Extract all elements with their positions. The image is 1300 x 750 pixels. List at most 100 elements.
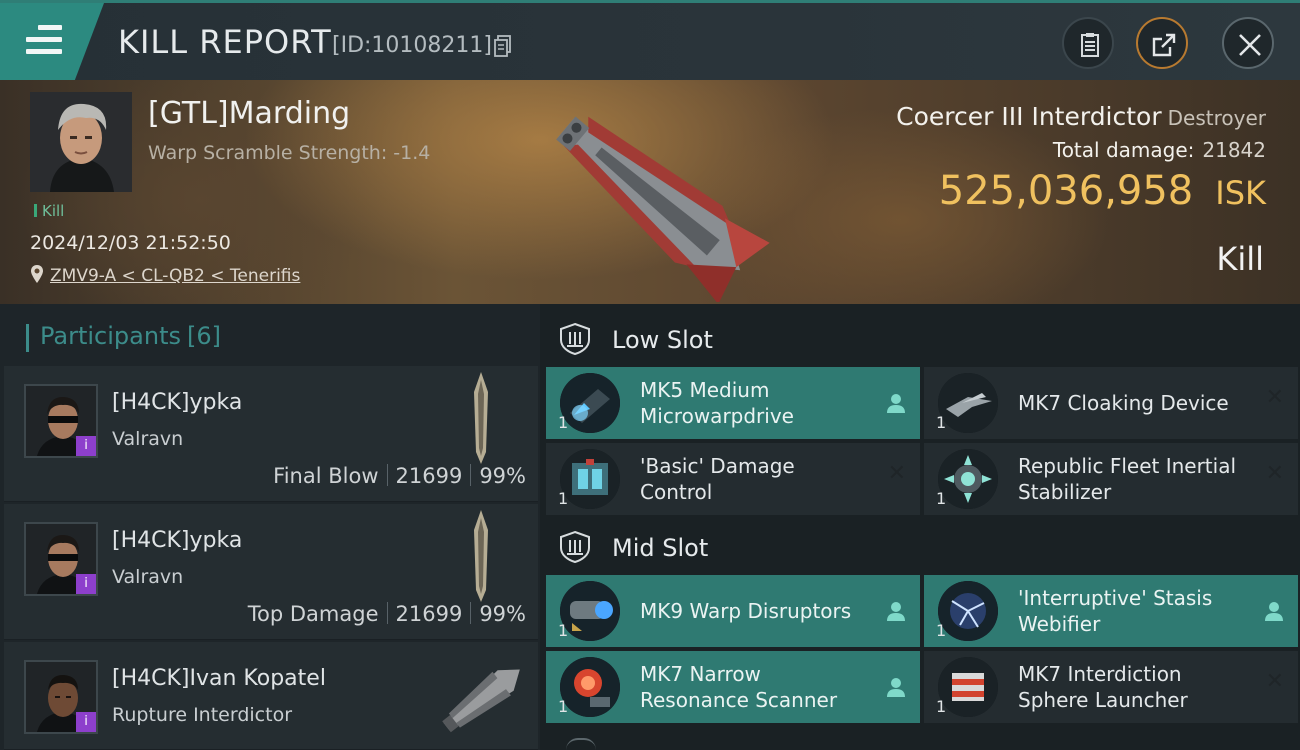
participant-ship: Rupture Interdictor	[112, 704, 292, 726]
shield-slot-icon	[560, 530, 590, 564]
page-title: KILL REPORT	[118, 23, 332, 61]
isk-amount: 525,036,958	[938, 168, 1194, 214]
participant-avatar[interactable]: i	[24, 384, 98, 458]
participant-row[interactable]: i [H4CK]ypka Valravn Top Damage 21699 99%	[4, 504, 538, 640]
participant-avatar[interactable]: i	[24, 660, 98, 734]
low-slot-header: Low Slot	[544, 308, 1296, 368]
module-quantity: 1	[558, 621, 569, 640]
module-name: 'Interruptive' Stasis Webifier	[1018, 586, 1213, 636]
header-bar: KILL REPORT [ID:10108211]	[0, 0, 1300, 80]
module-quantity: 1	[936, 413, 947, 432]
module-icon	[560, 657, 620, 717]
participant-stats: Top Damage 21699 99%	[248, 602, 526, 626]
module-icon	[560, 373, 620, 433]
stat-label: Final Blow	[273, 464, 379, 488]
person-icon	[887, 602, 905, 621]
participant-name: [H4CK]ypka	[112, 390, 243, 415]
participant-name: [H4CK]Ivan Kopatel	[112, 666, 326, 691]
copy-icon[interactable]	[494, 35, 512, 57]
isk-unit: ISK	[1215, 174, 1266, 212]
participant-ship: Valravn	[112, 566, 184, 588]
participants-title-text: Participants	[40, 322, 181, 350]
ship-class: Destroyer	[1167, 106, 1266, 130]
participant-row[interactable]: i [H4CK]ypka Valravn Final Blow 21699 99%	[4, 366, 538, 502]
module-quantity: 1	[558, 697, 569, 716]
stat-label: Top Damage	[247, 602, 379, 626]
clipboard-icon	[1081, 33, 1099, 57]
ship-name-text: Coercer III Interdictor	[896, 102, 1162, 131]
participants-panel[interactable]: Participants [6] i [H4CK]ypka Valravn Fin…	[0, 304, 540, 750]
module-item[interactable]: 1 MK5 Medium Microwarpdrive	[546, 367, 920, 439]
module-quantity: 1	[936, 697, 947, 716]
next-slot-header-peek	[566, 738, 596, 750]
person-icon	[887, 678, 905, 697]
person-icon	[887, 394, 905, 413]
victim-name: [GTL]Marding	[148, 96, 351, 131]
participant-stats: Final Blow 21699 99%	[273, 464, 526, 488]
x-mark-icon: ✕	[887, 461, 906, 486]
module-icon	[938, 449, 998, 509]
victim-avatar[interactable]	[30, 92, 132, 192]
mid-slot-header: Mid Slot	[544, 516, 1296, 576]
module-quantity: 1	[558, 413, 569, 432]
module-quantity: 1	[936, 621, 947, 640]
close-button[interactable]	[1222, 17, 1274, 69]
participant-avatar[interactable]: i	[24, 522, 98, 596]
module-item[interactable]: 1 Republic Fleet Inertial Stabilizer ✕	[924, 443, 1298, 515]
participant-row[interactable]: i [H4CK]Ivan Kopatel Rupture Interdictor	[4, 642, 538, 750]
damage-percent: 99%	[479, 464, 526, 488]
total-damage: Total damage: 21842	[1053, 138, 1266, 162]
module-item[interactable]: 1 MK7 Cloaking Device ✕	[924, 367, 1298, 439]
module-name: 'Basic' Damage Control	[640, 454, 795, 504]
shield-slot-icon	[560, 322, 590, 356]
result-label: Kill	[1216, 240, 1264, 278]
module-item[interactable]: 1 'Basic' Damage Control ✕	[546, 443, 920, 515]
module-name: Republic Fleet Inertial Stabilizer	[1018, 454, 1237, 504]
location-link[interactable]: ZMV9-A < CL-QB2 < Tenerifis	[50, 266, 300, 286]
module-item[interactable]: 1 MK9 Warp Disruptors	[546, 575, 920, 647]
participant-ship-image	[442, 669, 520, 733]
victim-ship-image	[556, 116, 770, 302]
menu-icon	[26, 25, 62, 55]
victim-ship-name: Coercer III Interdictor Destroyer	[896, 102, 1266, 131]
kill-timestamp: 2024/12/03 21:52:50	[30, 232, 231, 254]
module-icon	[938, 581, 998, 641]
module-name: MK7 Cloaking Device	[1018, 391, 1229, 415]
person-icon	[1265, 602, 1283, 621]
participant-badge: i	[76, 712, 96, 732]
module-item[interactable]: 1 MK7 Interdiction Sphere Launcher ✕	[924, 651, 1298, 723]
module-name: MK9 Warp Disruptors	[640, 599, 852, 623]
mid-slot-title: Mid Slot	[612, 534, 709, 562]
module-item[interactable]: 1 MK7 Narrow Resonance Scanner	[546, 651, 920, 723]
module-name: MK7 Narrow Resonance Scanner	[640, 662, 838, 712]
location[interactable]: ZMV9-A < CL-QB2 < Tenerifis	[30, 264, 300, 286]
module-item[interactable]: 1 'Interruptive' Stasis Webifier	[924, 575, 1298, 647]
participants-title: Participants [6]	[26, 322, 221, 352]
damage-value: 21699	[395, 602, 463, 626]
close-icon	[1239, 34, 1261, 56]
module-icon	[560, 581, 620, 641]
participant-ship-image	[474, 510, 488, 602]
participant-badge: i	[76, 574, 96, 594]
participant-name: [H4CK]ypka	[112, 528, 243, 553]
damage-value: 21699	[395, 464, 463, 488]
menu-button[interactable]	[0, 3, 104, 80]
warp-scramble-strength: Warp Scramble Strength: -1.4	[148, 142, 431, 164]
module-icon	[938, 657, 998, 717]
module-name: MK5 Medium Microwarpdrive	[640, 378, 794, 428]
share-icon	[1152, 33, 1176, 57]
share-button[interactable]	[1136, 17, 1188, 69]
clipboard-button[interactable]	[1062, 17, 1114, 69]
participants-count: [6]	[186, 322, 221, 350]
module-icon	[938, 373, 998, 433]
participant-ship-image	[474, 372, 488, 464]
module-quantity: 1	[936, 489, 947, 508]
x-mark-icon: ✕	[1265, 385, 1284, 410]
total-damage-label: Total damage:	[1052, 138, 1195, 162]
damage-percent: 99%	[479, 602, 526, 626]
module-name: MK7 Interdiction Sphere Launcher	[1018, 662, 1188, 712]
fitting-panel[interactable]: Low Slot 1 MK5 Medium Microwarpdrive 1 M…	[540, 304, 1300, 750]
module-icon	[560, 449, 620, 509]
participant-badge: i	[76, 436, 96, 456]
location-pin-icon	[31, 265, 43, 283]
